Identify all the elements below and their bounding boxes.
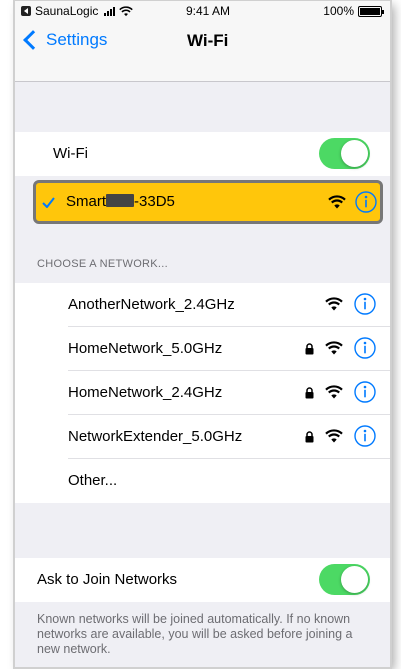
network-row[interactable]: NetworkExtender_5.0GHz — [15, 415, 390, 459]
network-name: NetworkExtender_5.0GHz — [68, 428, 243, 445]
choose-network-header: CHOOSE A NETWORK... — [37, 258, 168, 270]
chevron-left-icon — [23, 30, 43, 50]
lock-icon — [305, 431, 314, 443]
other-network-row[interactable]: Other... — [15, 459, 390, 503]
network-row[interactable]: HomeNetwork_5.0GHz — [15, 327, 390, 371]
lock-icon — [305, 387, 314, 399]
ask-to-join-row: Ask to Join Networks — [15, 558, 390, 602]
battery-percent: 100% — [323, 4, 354, 18]
back-button-label: Settings — [46, 30, 108, 49]
status-time: 9:41 AM — [186, 4, 231, 18]
other-network-label: Other... — [68, 472, 118, 489]
connected-network-name-suffix: -33D5 — [134, 193, 175, 210]
navigation-bar: Settings Wi-Fi — [15, 21, 390, 82]
phone-screen: SaunaLogic 9:41 AM 100% Settings Wi-Fi W… — [15, 1, 390, 667]
info-icon[interactable] — [354, 381, 376, 403]
checkmark-icon — [42, 197, 55, 208]
status-right: 100% — [323, 4, 384, 18]
carrier-label: SaunaLogic — [35, 4, 99, 18]
info-icon[interactable] — [355, 191, 377, 213]
wifi-icon — [325, 341, 343, 355]
network-name: AnotherNetwork_2.4GHz — [68, 296, 235, 313]
status-wifi-icon — [119, 5, 134, 16]
connected-network-name-prefix: Smart — [66, 193, 107, 210]
signal-bars-icon — [104, 6, 116, 16]
back-to-app-icon[interactable] — [21, 6, 31, 16]
wifi-toggle-switch[interactable] — [319, 138, 370, 169]
wifi-icon — [325, 385, 343, 399]
network-row[interactable]: AnotherNetwork_2.4GHz — [15, 283, 390, 327]
info-icon[interactable] — [354, 293, 376, 315]
wifi-icon — [325, 429, 343, 443]
ask-to-join-footer: Known networks will be joined automatica… — [37, 612, 353, 656]
lock-icon — [305, 343, 314, 355]
info-icon[interactable] — [354, 425, 376, 447]
back-button[interactable]: Settings — [21, 30, 107, 50]
page-title: Wi-Fi — [187, 31, 229, 50]
info-icon[interactable] — [354, 337, 376, 359]
connected-network-row[interactable]: Smart -33D5 — [33, 180, 383, 224]
wifi-toggle-label: Wi-Fi — [53, 145, 88, 162]
status-bar: SaunaLogic 9:41 AM 100% — [15, 1, 390, 21]
ask-to-join-switch[interactable] — [319, 564, 370, 595]
battery-icon — [358, 5, 384, 17]
network-name: HomeNetwork_5.0GHz — [68, 340, 223, 357]
status-left: SaunaLogic — [21, 4, 134, 18]
network-name: HomeNetwork_2.4GHz — [68, 384, 223, 401]
redacted-block — [106, 194, 135, 207]
ask-to-join-label: Ask to Join Networks — [37, 571, 178, 588]
network-row[interactable]: HomeNetwork_2.4GHz — [15, 371, 390, 415]
connected-network-name: Smart -33D5 — [66, 193, 175, 210]
wifi-icon — [328, 195, 346, 209]
wifi-icon — [325, 297, 343, 311]
wifi-toggle-row: Wi-Fi — [15, 132, 390, 176]
